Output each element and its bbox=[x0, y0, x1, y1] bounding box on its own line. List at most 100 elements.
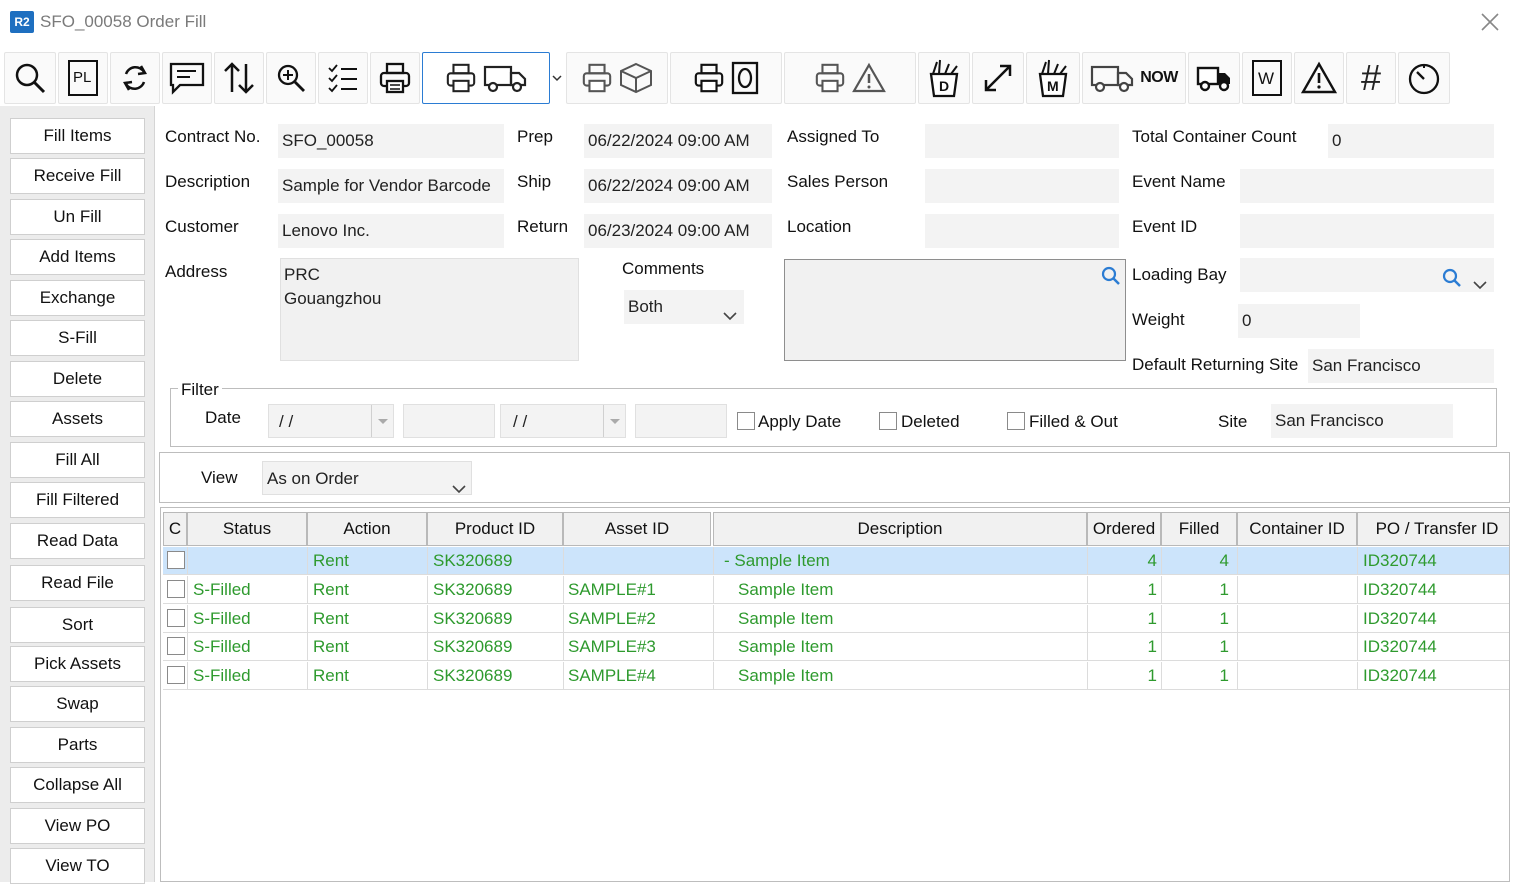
un-fill-button[interactable]: Un Fill bbox=[10, 199, 145, 235]
checklist-button[interactable] bbox=[318, 52, 368, 104]
return-date-field[interactable]: 06/23/2024 09:00 AM bbox=[584, 214, 772, 248]
total-container-field[interactable]: 0 bbox=[1328, 124, 1494, 158]
row-checkbox[interactable] bbox=[167, 609, 185, 627]
column-header-container-id[interactable]: Container ID bbox=[1237, 512, 1357, 546]
location-field[interactable] bbox=[925, 214, 1119, 248]
column-header-asset-id[interactable]: Asset ID bbox=[563, 512, 711, 546]
receive-fill-button[interactable]: Receive Fill bbox=[10, 158, 145, 194]
app-logo: R2 bbox=[10, 11, 34, 33]
title-bar: R2 SFO_00058 Order Fill bbox=[0, 0, 1515, 46]
comment-button[interactable] bbox=[162, 52, 212, 104]
collapse-all-button[interactable]: Collapse All bbox=[10, 767, 145, 803]
column-header-ordered[interactable]: Ordered bbox=[1087, 512, 1161, 546]
fill-all-button[interactable]: Fill All bbox=[10, 442, 145, 478]
ship-date-field[interactable]: 06/22/2024 09:00 AM bbox=[584, 169, 772, 203]
view-select[interactable]: As on Order bbox=[262, 461, 472, 495]
exchange-button[interactable]: Exchange bbox=[10, 280, 145, 316]
search-icon[interactable] bbox=[1101, 266, 1121, 291]
column-header-product-id[interactable]: Product ID bbox=[427, 512, 563, 546]
assigned-to-field[interactable] bbox=[925, 124, 1119, 158]
search-icon[interactable] bbox=[1442, 266, 1462, 292]
expand-button[interactable] bbox=[972, 52, 1024, 104]
filled-out-checkbox[interactable] bbox=[1007, 412, 1025, 430]
row-checkbox[interactable] bbox=[167, 580, 185, 598]
swap-button[interactable]: Swap bbox=[10, 686, 145, 722]
column-header-po-transfer-id[interactable]: PO / Transfer ID bbox=[1357, 512, 1509, 546]
alert-button[interactable] bbox=[1294, 52, 1344, 104]
print-delivery-button[interactable] bbox=[422, 52, 550, 104]
date-to-field[interactable]: / / bbox=[500, 404, 626, 438]
loading-bay-field[interactable] bbox=[1240, 258, 1494, 292]
column-header-filled[interactable]: Filled bbox=[1161, 512, 1237, 546]
print-dropdown-chevron-icon[interactable] bbox=[552, 70, 562, 88]
print-label-button[interactable] bbox=[670, 52, 782, 104]
time-from-field[interactable] bbox=[403, 404, 495, 438]
refresh-button[interactable] bbox=[110, 52, 160, 104]
time-to-field[interactable] bbox=[635, 404, 727, 438]
timer-button[interactable] bbox=[1398, 52, 1450, 104]
read-file-button[interactable]: Read File bbox=[10, 565, 145, 601]
delivery-d-button[interactable]: D bbox=[918, 52, 970, 104]
row-checkbox[interactable] bbox=[167, 637, 185, 655]
container-id-cell bbox=[1243, 633, 1355, 661]
ship-now-button[interactable]: NOW bbox=[1082, 52, 1186, 104]
comments-select[interactable]: Both bbox=[624, 290, 744, 324]
s-fill-button[interactable]: S-Fill bbox=[10, 320, 145, 356]
customer-label: Customer bbox=[165, 217, 239, 236]
view-po-button[interactable]: View PO bbox=[10, 808, 145, 844]
event-id-field[interactable] bbox=[1240, 214, 1494, 248]
address-field[interactable]: PRC Gouangzhou bbox=[280, 258, 579, 361]
table-row[interactable]: Rent SK320689 - Sample Item 4 4 ID320744 bbox=[163, 547, 1509, 575]
contract-field[interactable]: SFO_00058 bbox=[278, 124, 504, 158]
pick-assets-button[interactable]: Pick Assets bbox=[10, 646, 145, 682]
address-label: Address bbox=[165, 262, 228, 281]
column-header-action[interactable]: Action bbox=[307, 512, 427, 546]
column-header-description[interactable]: Description bbox=[713, 512, 1087, 546]
apply-date-checkbox[interactable] bbox=[737, 412, 755, 430]
table-row[interactable]: S-Filled Rent SK320689 SAMPLE#2 Sample I… bbox=[163, 605, 1509, 633]
assets-button[interactable]: Assets bbox=[10, 401, 145, 437]
description-field[interactable]: Sample for Vendor Barcode bbox=[278, 169, 504, 203]
dropdown-arrow-icon[interactable] bbox=[603, 405, 625, 437]
pick-list-button[interactable]: PL bbox=[58, 52, 108, 104]
fill-filtered-button[interactable]: Fill Filtered bbox=[10, 482, 145, 518]
print-button[interactable] bbox=[370, 52, 420, 104]
parts-button[interactable]: Parts bbox=[10, 727, 145, 763]
column-header-status[interactable]: Status bbox=[187, 512, 307, 546]
filled-cell: 1 bbox=[1219, 666, 1229, 685]
customer-field[interactable]: Lenovo Inc. bbox=[278, 214, 504, 248]
chevron-down-icon[interactable] bbox=[1472, 269, 1488, 292]
add-items-button[interactable]: Add Items bbox=[10, 239, 145, 275]
event-name-field[interactable] bbox=[1240, 169, 1494, 203]
view-to-button[interactable]: View TO bbox=[10, 848, 145, 884]
delete-button[interactable]: Delete bbox=[10, 361, 145, 397]
fill-items-button[interactable]: Fill Items bbox=[10, 118, 145, 154]
close-icon[interactable] bbox=[1478, 10, 1502, 34]
print-package-button[interactable] bbox=[566, 52, 668, 104]
date-from-field[interactable]: / / bbox=[268, 404, 394, 438]
delivery-m-button[interactable]: M bbox=[1026, 52, 1080, 104]
number-button[interactable]: # bbox=[1346, 52, 1396, 104]
site-field[interactable]: San Francisco bbox=[1271, 404, 1453, 438]
table-row[interactable]: S-Filled Rent SK320689 SAMPLE#1 Sample I… bbox=[163, 576, 1509, 604]
weight-field[interactable]: 0 bbox=[1238, 304, 1360, 338]
sort-button[interactable] bbox=[214, 52, 264, 104]
deleted-checkbox[interactable] bbox=[879, 412, 897, 430]
print-warning-button[interactable] bbox=[784, 52, 916, 104]
truck-button[interactable] bbox=[1188, 52, 1240, 104]
row-checkbox[interactable] bbox=[167, 551, 185, 569]
table-row[interactable]: S-Filled Rent SK320689 SAMPLE#4 Sample I… bbox=[163, 662, 1509, 690]
read-data-button[interactable]: Read Data bbox=[10, 523, 145, 559]
dropdown-arrow-icon[interactable] bbox=[371, 405, 393, 437]
default-site-field[interactable]: San Francisco bbox=[1308, 349, 1494, 383]
comments-textarea[interactable] bbox=[784, 259, 1126, 361]
row-checkbox[interactable] bbox=[167, 666, 185, 684]
word-export-button[interactable]: W bbox=[1242, 52, 1292, 104]
column-header-c[interactable]: C bbox=[163, 512, 187, 546]
sales-person-field[interactable] bbox=[925, 169, 1119, 203]
table-row[interactable]: S-Filled Rent SK320689 SAMPLE#3 Sample I… bbox=[163, 633, 1509, 661]
prep-date-field[interactable]: 06/22/2024 09:00 AM bbox=[584, 124, 772, 158]
zoom-button[interactable] bbox=[266, 52, 316, 104]
sort-button-side[interactable]: Sort bbox=[10, 607, 145, 643]
search-button[interactable] bbox=[4, 52, 56, 104]
